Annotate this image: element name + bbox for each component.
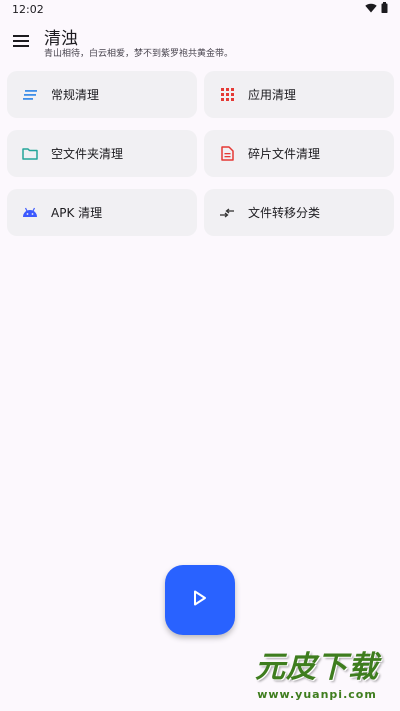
card-label: 空文件夹清理 xyxy=(51,147,124,161)
page-subtitle: 青山相待，白云相爱，梦不到紫罗袍共黄金带。 xyxy=(44,49,234,59)
transfer-arrows-icon xyxy=(219,205,235,221)
card-label: 碎片文件清理 xyxy=(248,147,321,161)
notes-lines-icon xyxy=(22,87,38,103)
fragment-file-clean-card[interactable]: 碎片文件清理 xyxy=(204,130,394,177)
folder-icon xyxy=(22,146,38,162)
battery-icon xyxy=(381,2,388,16)
general-clean-card[interactable]: 常规清理 xyxy=(7,71,197,118)
watermark-title: 元皮下载 xyxy=(255,650,379,685)
document-icon xyxy=(219,146,235,162)
wifi-icon xyxy=(365,3,377,16)
watermark-url: www.yuanpi.com xyxy=(257,688,377,701)
feature-grid: 常规清理 应用清理 空文件夹清理 碎片文件清理 APK 清理 文件转移分类 xyxy=(7,71,394,236)
android-icon xyxy=(22,205,38,221)
apps-grid-icon xyxy=(219,87,235,103)
empty-folder-clean-card[interactable]: 空文件夹清理 xyxy=(7,130,197,177)
file-transfer-card[interactable]: 文件转移分类 xyxy=(204,189,394,236)
menu-icon xyxy=(13,32,29,51)
menu-button[interactable] xyxy=(8,28,34,54)
play-icon xyxy=(193,590,207,610)
status-time: 12:02 xyxy=(12,2,44,16)
apk-clean-card[interactable]: APK 清理 xyxy=(7,189,197,236)
card-label: 应用清理 xyxy=(248,88,297,102)
status-icons xyxy=(365,2,388,16)
card-label: 文件转移分类 xyxy=(248,206,321,220)
app-bar: 清浊 青山相待，白云相爱，梦不到紫罗袍共黄金带。 xyxy=(0,22,400,62)
watermark-logo: 元皮下载 www.yuanpi.com xyxy=(237,645,397,708)
card-label: 常规清理 xyxy=(51,88,100,102)
card-label: APK 清理 xyxy=(51,206,103,220)
start-scan-button[interactable] xyxy=(165,565,235,635)
app-clean-card[interactable]: 应用清理 xyxy=(204,71,394,118)
status-bar: 12:02 xyxy=(0,0,400,18)
